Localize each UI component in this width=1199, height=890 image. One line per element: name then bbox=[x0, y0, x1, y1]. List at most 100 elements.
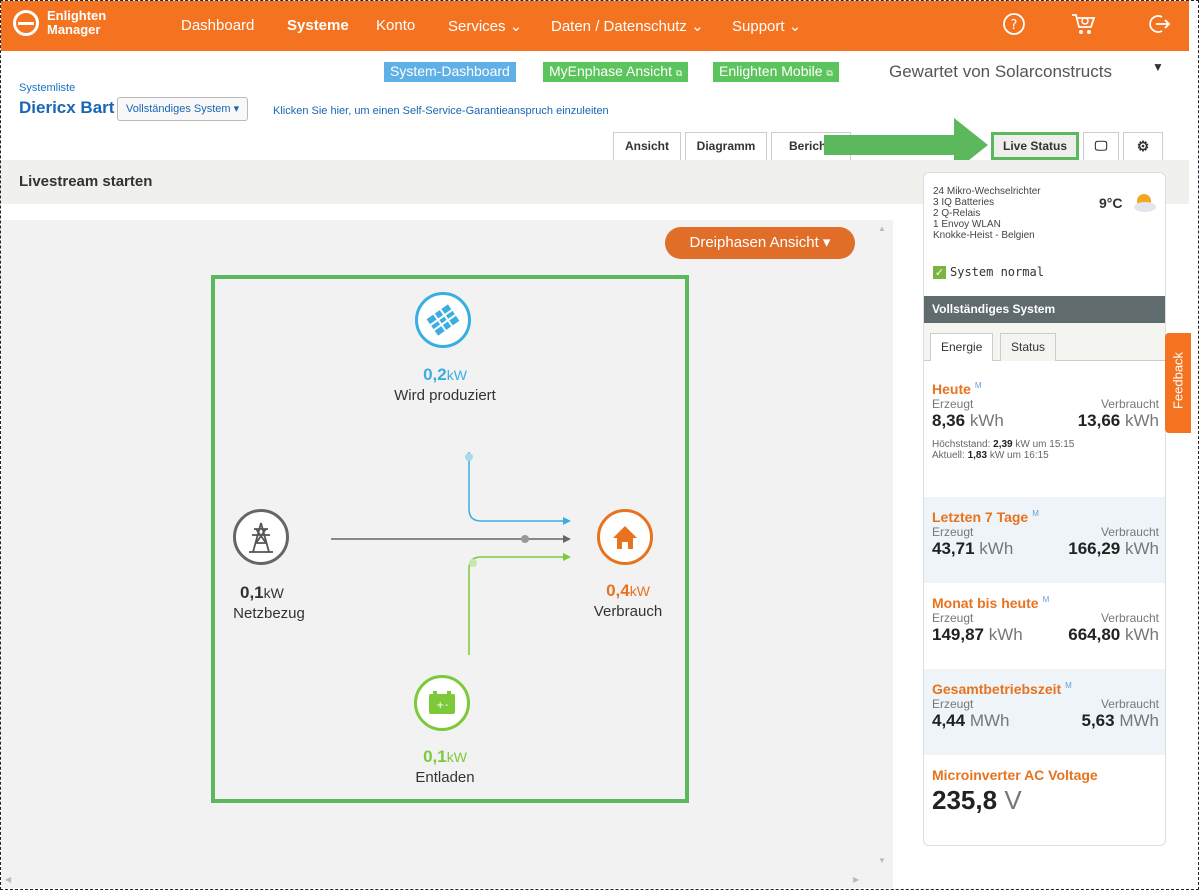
top-nav-bar: Enlighten Manager Dashboard Systeme Konto… bbox=[1, 1, 1189, 51]
enlighten-mobile-label: Enlighten Mobile bbox=[719, 63, 823, 79]
nav-konto[interactable]: Konto bbox=[376, 17, 415, 34]
nav-dashboard[interactable]: Dashboard bbox=[181, 17, 254, 34]
total-consumed-unit: MWh bbox=[1119, 711, 1159, 730]
breadcrumb-systemliste[interactable]: Systemliste bbox=[19, 82, 75, 94]
production-number: 0,2 bbox=[423, 365, 447, 384]
peak-label: Höchststand: bbox=[932, 439, 991, 450]
today-block: Heute M Erzeugt Verbraucht 8,36 kWh 13,66 k… bbox=[924, 381, 1165, 461]
relay-count: 2 Q-Relais bbox=[933, 208, 981, 219]
store-cart-icon[interactable] bbox=[1070, 12, 1096, 38]
system-status: ✓ System normal bbox=[933, 265, 1044, 279]
month-produced-unit: kWh bbox=[988, 625, 1023, 644]
grid-number: 0,1 bbox=[240, 583, 264, 602]
voltage-value: 235,8 bbox=[932, 785, 998, 815]
consumption-value: 0,4kW bbox=[583, 581, 673, 601]
current-value: 1,83 bbox=[967, 450, 988, 461]
consumption-label: Verbrauch bbox=[593, 603, 663, 620]
enlighten-logo[interactable]: Enlighten Manager bbox=[13, 9, 106, 37]
scroll-right-icon[interactable]: ▶ bbox=[853, 875, 859, 884]
total-title: Gesamtbetriebszeit bbox=[932, 681, 1062, 697]
week-title: Letzten 7 Tage bbox=[932, 509, 1029, 525]
location: Knokke-Heist - Belgien bbox=[933, 230, 1035, 241]
month-produced: 149,87 bbox=[932, 625, 984, 644]
three-phase-view-button[interactable]: Dreiphasen Ansicht ▾ bbox=[665, 227, 855, 259]
produced-label: Erzeugt bbox=[932, 611, 974, 625]
tab-status[interactable]: Status bbox=[1000, 333, 1057, 361]
nav-daten[interactable]: Daten / Datenschutz ⌄ bbox=[551, 17, 704, 35]
tab-ansicht[interactable]: Ansicht bbox=[613, 132, 681, 160]
consumed-label: Verbraucht bbox=[1100, 697, 1159, 711]
battery-count: 3 IQ Batteries bbox=[933, 197, 995, 208]
month-block: Monat bis heute M Erzeugt Verbraucht 149,8… bbox=[924, 583, 1165, 669]
external-link-icon: ⧉ bbox=[826, 68, 833, 78]
checkmark-icon: ✓ bbox=[933, 266, 946, 279]
logo-icon bbox=[13, 10, 39, 36]
tab-energie[interactable]: Energie bbox=[930, 333, 994, 361]
home-icon[interactable] bbox=[597, 509, 653, 565]
today-badge: M bbox=[974, 381, 982, 391]
total-consumed: 5,63 bbox=[1081, 711, 1115, 730]
feedback-tab[interactable]: Feedback bbox=[1165, 333, 1191, 433]
today-consumed: 13,66 bbox=[1077, 411, 1121, 430]
tab-live-status[interactable]: Live Status bbox=[991, 132, 1079, 160]
total-block: Gesamtbetriebszeit M Erzeugt Verbraucht 4,… bbox=[924, 669, 1165, 755]
nav-systeme[interactable]: Systeme bbox=[287, 17, 349, 34]
feedback-label: Feedback bbox=[1170, 351, 1186, 410]
scroll-up-icon[interactable]: ▲ bbox=[878, 224, 886, 233]
maintainer-dropdown-caret[interactable]: ▼ bbox=[1152, 60, 1164, 74]
consumption-number: 0,4 bbox=[606, 581, 630, 600]
myenphase-button[interactable]: MyEnphase Ansicht ⧉ bbox=[543, 62, 689, 82]
tab-display[interactable]: 🖵 bbox=[1083, 132, 1119, 160]
peak-unit: kW um 15:15 bbox=[1015, 439, 1075, 450]
voltage-unit: V bbox=[1004, 785, 1022, 815]
external-link-icon: ⧉ bbox=[675, 68, 683, 78]
nav-support[interactable]: Support ⌄ bbox=[732, 17, 801, 35]
monitor-icon: 🖵 bbox=[1094, 138, 1108, 153]
tab-diagramm[interactable]: Diagramm bbox=[685, 132, 767, 160]
scroll-down-icon[interactable]: ▼ bbox=[878, 856, 886, 865]
consumed-label: Verbraucht bbox=[1100, 525, 1159, 539]
system-dashboard-button[interactable]: System-Dashboard bbox=[384, 62, 516, 82]
system-summary-panel: 24 Mikro-Wechselrichter 3 IQ Batteries 2… bbox=[923, 172, 1166, 846]
grid-label: Netzbezug bbox=[233, 605, 305, 622]
voltage-title: Microinverter AC Voltage bbox=[932, 767, 1098, 783]
system-header: System-Dashboard MyEnphase Ansicht ⧉ Enl… bbox=[19, 60, 1184, 160]
voltage-block: Microinverter AC Voltage 235,8 V bbox=[924, 767, 1165, 816]
gear-icon: ⚙ bbox=[1136, 138, 1150, 154]
warranty-claim-link[interactable]: Klicken Sie hier, um einen Self-Service-… bbox=[273, 105, 609, 117]
livestream-title: Livestream starten bbox=[19, 173, 153, 190]
month-consumed-unit: kWh bbox=[1125, 625, 1159, 644]
tab-settings[interactable]: ⚙ bbox=[1123, 132, 1163, 160]
solar-panel-icon[interactable] bbox=[415, 292, 471, 348]
week-badge: M bbox=[1032, 509, 1039, 519]
battery-label: Entladen bbox=[415, 769, 475, 786]
weather-partly-cloudy-icon bbox=[1134, 194, 1156, 212]
grid-tower-icon[interactable] bbox=[233, 509, 289, 565]
total-badge: M bbox=[1065, 681, 1072, 691]
production-label: Wird produziert bbox=[394, 387, 496, 404]
grid-unit: kW bbox=[263, 585, 284, 601]
nav-services[interactable]: Services ⌄ bbox=[448, 17, 522, 35]
production-unit: kW bbox=[446, 367, 467, 383]
system-name: Diericx Bart bbox=[19, 98, 115, 117]
week-consumed: 166,29 bbox=[1068, 539, 1121, 558]
produced-label: Erzeugt bbox=[932, 397, 974, 411]
svg-text:?: ? bbox=[1011, 18, 1018, 33]
horizontal-scrollbar[interactable]: ◀ ▶ bbox=[1, 873, 893, 888]
today-produced-unit: kWh bbox=[969, 411, 1004, 430]
scroll-left-icon[interactable]: ◀ bbox=[5, 875, 11, 884]
temperature: 9°C bbox=[1099, 195, 1123, 211]
week-consumed-unit: kWh bbox=[1125, 539, 1159, 558]
battery-unit: kW bbox=[446, 749, 467, 765]
logout-icon[interactable] bbox=[1146, 12, 1172, 38]
system-scope-dropdown[interactable]: Vollständiges System ▾ bbox=[117, 97, 249, 121]
total-produced-unit: MWh bbox=[969, 711, 1010, 730]
vertical-scrollbar[interactable]: ▲ ▼ bbox=[873, 220, 893, 875]
month-title: Monat bis heute bbox=[932, 595, 1039, 611]
consumption-unit: kW bbox=[629, 583, 650, 599]
svg-text:-: - bbox=[445, 700, 449, 711]
help-icon[interactable]: ? bbox=[1001, 12, 1027, 38]
today-consumed-unit: kWh bbox=[1125, 411, 1159, 430]
enlighten-mobile-button[interactable]: Enlighten Mobile ⧉ bbox=[713, 62, 839, 82]
battery-icon[interactable]: + - bbox=[414, 675, 470, 731]
